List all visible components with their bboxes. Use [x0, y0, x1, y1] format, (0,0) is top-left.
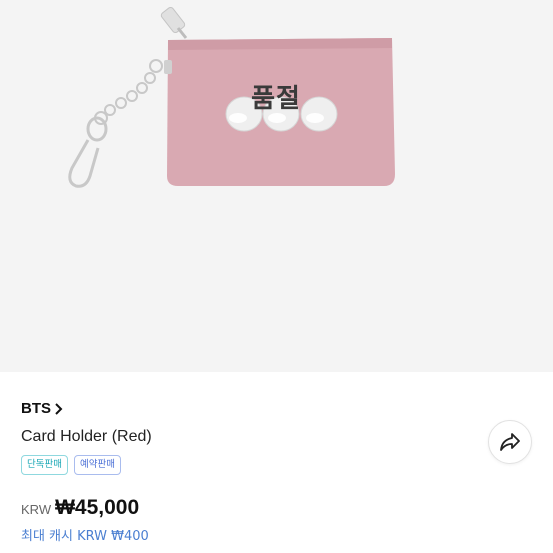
- share-button[interactable]: [488, 420, 532, 464]
- price-amount: ₩45,000: [55, 496, 140, 519]
- sold-out-label: 품절: [251, 84, 301, 114]
- cash-reward: 최대 캐시 KRW ₩400: [21, 529, 149, 544]
- product-image-area[interactable]: 품절: [0, 0, 553, 372]
- chevron-right-icon: [55, 402, 63, 415]
- badge-list: 단독판매 예약판매: [21, 455, 121, 475]
- brand-link[interactable]: BTS: [21, 400, 64, 417]
- key-chain: [68, 59, 163, 188]
- brand-name: BTS: [21, 400, 51, 417]
- price-currency: KRW: [21, 502, 52, 517]
- zipper-pull: [160, 6, 188, 39]
- pre-order-badge: 예약판매: [73, 455, 121, 475]
- product-title: Card Holder (Red): [21, 428, 152, 445]
- share-arrow-icon: [500, 433, 520, 451]
- card-holder-image: [68, 6, 395, 188]
- product-info: BTS Card Holder (Red) 단독판매 예약판매 KRW ₩45,…: [0, 372, 553, 553]
- price: KRW ₩45,000: [21, 496, 139, 520]
- exclusive-sale-badge: 단독판매: [21, 455, 68, 475]
